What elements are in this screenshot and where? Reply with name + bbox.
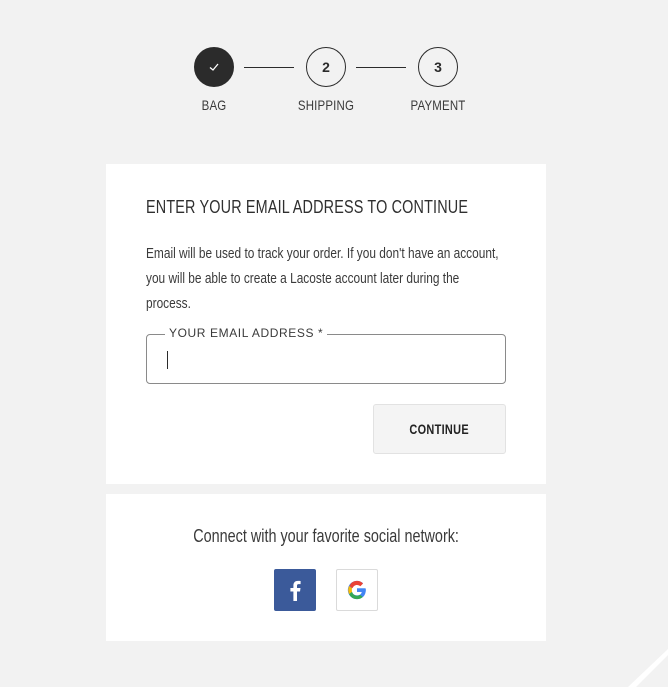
email-card-title: ENTER YOUR EMAIL ADDRESS TO CONTINUE	[146, 197, 469, 217]
google-icon	[347, 580, 366, 600]
email-field[interactable]: YOUR EMAIL ADDRESS *	[146, 326, 506, 384]
email-field-label: YOUR EMAIL ADDRESS *	[165, 326, 328, 340]
facebook-login-button[interactable]	[274, 569, 316, 611]
facebook-icon	[290, 580, 301, 601]
step-connector	[244, 67, 294, 68]
text-caret	[167, 351, 168, 369]
social-login-title-text: Connect with your favorite social networ…	[193, 526, 459, 546]
email-card-description: Email will be used to track your order. …	[146, 246, 499, 312]
step-connector	[356, 67, 406, 68]
step-shipping-circle: 2	[306, 47, 346, 87]
step-shipping-label: SHIPPING	[297, 97, 355, 113]
step-payment-circle: 3	[418, 47, 458, 87]
google-login-button[interactable]	[336, 569, 378, 611]
step-shipping-number: 2	[322, 59, 330, 75]
email-input[interactable]	[165, 347, 485, 373]
continue-button[interactable]: CONTINUE	[373, 404, 506, 454]
social-login-title: Connect with your favorite social networ…	[106, 526, 546, 547]
step-bag-label: BAG	[201, 97, 227, 113]
social-login-card: Connect with your favorite social networ…	[106, 494, 546, 641]
corner-decoration	[628, 649, 668, 687]
checkout-stepper: 2 3 BAG SHIPPING PAYMENT	[0, 47, 668, 127]
continue-button-label: CONTINUE	[409, 421, 470, 437]
email-card: ENTER YOUR EMAIL ADDRESS TO CONTINUE Ema…	[106, 164, 546, 484]
step-bag-circle	[194, 47, 234, 87]
step-payment-label: PAYMENT	[410, 97, 466, 113]
checkmark-icon	[209, 63, 219, 71]
step-payment-number: 3	[434, 59, 442, 75]
